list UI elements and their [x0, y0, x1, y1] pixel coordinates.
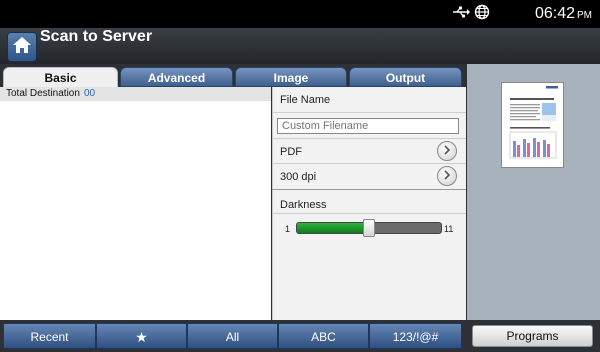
format-arrow-button[interactable] [437, 141, 457, 161]
resolution-value: 300 dpi [280, 171, 317, 183]
destination-list[interactable] [0, 87, 271, 320]
darkness-max-label: 11 [444, 224, 454, 234]
divider [272, 213, 466, 214]
tab-basic[interactable]: Basic [3, 67, 118, 89]
clock-time: 06:42 [534, 5, 575, 22]
tab-output[interactable]: Output [349, 67, 462, 87]
tab-image[interactable]: Image [235, 67, 347, 87]
destination-count: 00 [83, 88, 96, 99]
file-name-label: File Name [280, 94, 331, 106]
resolution-arrow-button[interactable] [437, 166, 457, 186]
home-icon [12, 36, 32, 59]
favorites-button[interactable]: ★ [96, 323, 187, 349]
darkness-slider-handle[interactable] [363, 219, 375, 237]
chevron-right-icon [443, 144, 451, 158]
number-symbol-button[interactable]: 123/!@# [369, 323, 462, 349]
status-bar [0, 0, 600, 28]
darkness-label: Darkness [280, 199, 327, 211]
network-globe-icon [474, 4, 490, 25]
home-button[interactable] [7, 32, 37, 62]
recent-button[interactable]: Recent [3, 323, 96, 349]
clock: 06:42 PM [535, 5, 592, 25]
destination-label: Total Destination [6, 88, 80, 99]
document-thumbnail-icon [509, 86, 558, 159]
clock-ampm: PM [577, 10, 592, 21]
format-value: PDF [280, 146, 302, 158]
all-button[interactable]: All [187, 323, 278, 349]
divider [272, 112, 466, 113]
status-icons [452, 4, 490, 25]
tab-advanced[interactable]: Advanced [120, 67, 233, 87]
darkness-min-label: 1 [285, 224, 291, 234]
destination-header: Total Destination 00 [0, 87, 271, 101]
programs-button[interactable]: Programs [472, 325, 593, 347]
page-title: Scan to Server [40, 28, 153, 45]
usb-icon [452, 5, 470, 24]
divider [272, 189, 466, 190]
chevron-right-icon [443, 169, 451, 183]
abc-button[interactable]: ABC [278, 323, 369, 349]
filename-input[interactable] [277, 118, 459, 134]
darkness-slider-fill [297, 223, 369, 233]
preview-thumbnail[interactable] [501, 82, 564, 168]
